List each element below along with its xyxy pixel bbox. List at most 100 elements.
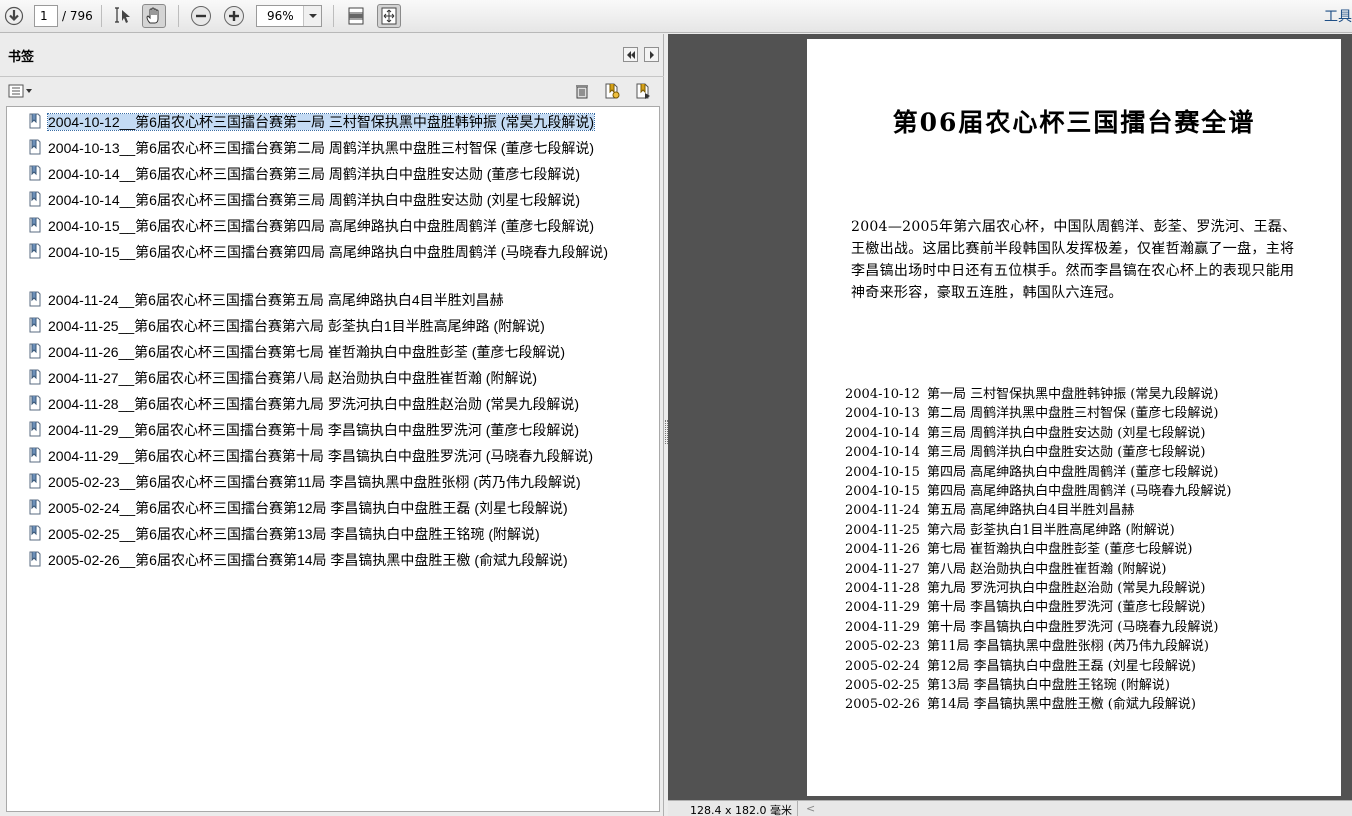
game-entry: 2005-02-23 第11局 李昌镐执黑中盘胜张栩 (芮乃伟九段解说): [845, 635, 1209, 654]
main-toolbar: 1 / 796 96% 工具: [0, 0, 1352, 33]
game-date: 2004-11-28: [845, 581, 920, 596]
game-description: 第三局 周鹤洋执白中盘胜安达勋 (刘星七段解说): [927, 425, 1206, 441]
bookmark-item[interactable]: 2004-10-15__第6届农心杯三国擂台赛第四局 高尾绅路执白中盘胜周鹤洋 …: [27, 215, 657, 237]
game-entry: 2004-11-24 第五局 高尾绅路执白4目半胜刘昌赫: [845, 499, 1134, 518]
bookmark-label: 2004-11-29__第6届农心杯三国擂台赛第十局 李昌镐执白中盘胜罗洗河 (…: [48, 422, 580, 438]
bookmark-icon: [27, 473, 43, 489]
bookmark-icon: [27, 343, 43, 359]
bookmark-item[interactable]: 2005-02-25__第6届农心杯三国擂台赛第13局 李昌镐执白中盘胜王铭琬 …: [27, 523, 657, 545]
trash-icon[interactable]: [572, 81, 592, 101]
bookmark-item[interactable]: 2005-02-23__第6届农心杯三国擂台赛第11局 李昌镐执黑中盘胜张栩 (…: [27, 471, 657, 493]
bookmark-item[interactable]: 2004-10-14__第6届农心杯三国擂台赛第三局 周鹤洋执白中盘胜安达勋 (…: [27, 163, 657, 185]
bookmark-item[interactable]: 2004-11-29__第6届农心杯三国擂台赛第十局 李昌镐执白中盘胜罗洗河 (…: [27, 445, 657, 467]
bookmark-label: 2004-10-15__第6届农心杯三国擂台赛第四局 高尾绅路执白中盘胜周鹤洋 …: [48, 244, 609, 260]
game-description: 第七局 崔哲瀚执白中盘胜彭荃 (董彦七段解说): [927, 542, 1193, 558]
game-entry: 2004-11-29 第十局 李昌镐执白中盘胜罗洗河 (马晓春九段解说): [845, 616, 1218, 635]
fit-page-icon[interactable]: [377, 4, 401, 28]
game-description: 第11局 李昌镐执黑中盘胜张栩 (芮乃伟九段解说): [927, 639, 1209, 655]
bookmark-label: 2004-11-25__第6届农心杯三国擂台赛第六局 彭荃执白1目半胜高尾绅路 …: [48, 318, 545, 334]
bookmark-item[interactable]: 2005-02-26__第6届农心杯三国擂台赛第14局 李昌镐执黑中盘胜王檄 (…: [27, 549, 657, 571]
download-arrow-icon[interactable]: [2, 4, 26, 28]
game-description: 第二局 周鹤洋执黑中盘胜三村智保 (董彦七段解说): [927, 406, 1219, 422]
bookmark-item[interactable]: 2004-11-26__第6届农心杯三国擂台赛第七局 崔哲瀚执白中盘胜彭荃 (董…: [27, 341, 657, 363]
game-description: 第八局 赵治勋执白中盘胜崔哲瀚 (附解说): [927, 561, 1167, 577]
page-size: 128.4 x 182.0 毫米: [672, 801, 798, 816]
tools-menu[interactable]: 工具: [1324, 6, 1352, 26]
game-description: 第十局 李昌镐执白中盘胜罗洗河 (马晓春九段解说): [927, 619, 1219, 635]
game-date: 2004-11-29: [845, 619, 920, 635]
bookmark-item[interactable]: 2004-10-12__第6届农心杯三国擂台赛第一局 三村智保执黑中盘胜韩钟振 …: [27, 111, 657, 133]
game-date: 2005-02-25: [845, 678, 920, 693]
bookmark-item[interactable]: 2004-11-27__第6届农心杯三国擂台赛第八局 赵治勋执白中盘胜崔哲瀚 (…: [27, 367, 657, 389]
game-date: 2004-10-12: [845, 387, 920, 402]
game-date: 2004-11-24: [845, 503, 920, 519]
game-entry: 2005-02-24 第12局 李昌镐执白中盘胜王磊 (刘星七段解说): [845, 655, 1196, 674]
game-description: 第三局 周鹤洋执白中盘胜安达勋 (董彦七段解说): [927, 445, 1206, 461]
bookmark-item[interactable]: 2004-11-24__第6届农心杯三国擂台赛第五局 高尾绅路执白4目半胜刘昌赫: [27, 289, 657, 311]
bookmark-item[interactable]: 2004-10-14__第6届农心杯三国擂台赛第三局 周鹤洋执白中盘胜安达勋 (…: [27, 189, 657, 211]
game-date: 2005-02-23: [845, 639, 920, 655]
game-date: 2004-11-29: [845, 600, 920, 616]
document-title: 第06届农心杯三国擂台赛全谱: [892, 108, 1256, 137]
bookmark-icon: [27, 447, 43, 463]
bookmark-icon: [27, 317, 43, 333]
game-entry: 2004-10-13 第二局 周鹤洋执黑中盘胜三村智保 (董彦七段解说): [845, 402, 1218, 421]
bookmark-icon: [27, 525, 43, 541]
zoom-select[interactable]: 96%: [256, 5, 322, 27]
bookmark-label: 2004-10-14__第6届农心杯三国擂台赛第三局 周鹤洋执白中盘胜安达勋 (…: [48, 166, 581, 182]
chevron-down-icon[interactable]: [303, 6, 321, 26]
zoom-in-icon[interactable]: [222, 4, 246, 28]
document-intro: 2004—2005年第六届农心杯，中国队周鹤洋、彭荃、罗洗河、王磊、王檄出战。这…: [851, 219, 1297, 301]
bookmark-icon: [27, 291, 43, 307]
bookmark-label: 2004-10-13__第6届农心杯三国擂台赛第二局 周鹤洋执黑中盘胜三村智保 …: [48, 140, 595, 156]
bookmark-label: 2004-11-26__第6届农心杯三国擂台赛第七局 崔哲瀚执白中盘胜彭荃 (董…: [48, 344, 566, 360]
bookmark-icon: [27, 243, 43, 259]
game-description: 第五局 高尾绅路执白4目半胜刘昌赫: [927, 503, 1135, 519]
select-cursor-icon[interactable]: [111, 4, 135, 28]
new-bookmark-icon[interactable]: [602, 81, 622, 101]
game-description: 第14局 李昌镐执黑中盘胜王檄 (俞斌九段解说): [927, 697, 1196, 713]
bookmark-item[interactable]: 2004-10-13__第6届农心杯三国擂台赛第二局 周鹤洋执黑中盘胜三村智保 …: [27, 137, 657, 159]
fit-width-icon[interactable]: [344, 4, 368, 28]
game-entry: 2004-11-25 第六局 彭荃执白1目半胜高尾绅路 (附解说): [845, 519, 1175, 538]
bookmark-icon: [27, 165, 43, 181]
document-view[interactable]: 第06届农心杯三国擂台赛全谱 2004—2005年第六届农心杯，中国队周鹤洋、彭…: [668, 34, 1352, 800]
bookmark-icon: [27, 113, 43, 129]
game-description: 第四局 高尾绅路执白中盘胜周鹤洋 (马晓春九段解说): [927, 484, 1232, 499]
game-entry: 2004-11-28 第九局 罗洗河执白中盘胜赵治勋 (常昊九段解说): [845, 577, 1205, 596]
bookmark-item[interactable]: 2004-10-15__第6届农心杯三国擂台赛第四局 高尾绅路执白中盘胜周鹤洋 …: [27, 241, 657, 285]
game-description: 第十局 李昌镐执白中盘胜罗洗河 (董彦七段解说): [927, 600, 1206, 616]
options-menu-button[interactable]: [8, 83, 34, 99]
game-entry: 2004-11-29 第十局 李昌镐执白中盘胜罗洗河 (董彦七段解说): [845, 596, 1205, 615]
status-bar: 128.4 x 182.0 毫米 <: [668, 800, 1352, 816]
collapse-panel-button[interactable]: [623, 47, 638, 62]
bookmark-label: 2005-02-26__第6届农心杯三国擂台赛第14局 李昌镐执黑中盘胜王檄 (…: [48, 552, 568, 568]
scroll-left-icon[interactable]: <: [806, 802, 815, 815]
game-entry: 2004-10-15 第四局 高尾绅路执白中盘胜周鹤洋 (马晓春九段解说): [845, 480, 1231, 499]
bookmark-list: 2004-10-12__第6届农心杯三国擂台赛第一局 三村智保执黑中盘胜韩钟振 …: [6, 106, 660, 812]
game-date: 2004-11-26: [845, 542, 920, 558]
bookmark-icon: [27, 139, 43, 155]
hand-icon[interactable]: [142, 4, 166, 28]
next-panel-button[interactable]: [644, 47, 659, 62]
expand-bookmark-icon[interactable]: [633, 81, 653, 101]
zoom-out-icon[interactable]: [189, 4, 213, 28]
bookmark-item[interactable]: 2004-11-25__第6届农心杯三国擂台赛第六局 彭荃执白1目半胜高尾绅路 …: [27, 315, 657, 337]
panel-title: 书签: [8, 50, 35, 65]
page-total: / 796: [62, 9, 93, 23]
bookmark-icon: [27, 369, 43, 385]
bookmark-icon: [27, 217, 43, 233]
bookmark-item[interactable]: 2005-02-24__第6届农心杯三国擂台赛第12局 李昌镐执白中盘胜王磊 (…: [27, 497, 657, 519]
game-entry: 2004-10-12 第一局 三村智保执黑中盘胜韩钟振 (常昊九段解说): [845, 383, 1218, 402]
game-entry: 2004-10-15 第四局 高尾绅路执白中盘胜周鹤洋 (董彦七段解说): [845, 461, 1218, 480]
bookmark-item[interactable]: 2004-11-29__第6届农心杯三国擂台赛第十局 李昌镐执白中盘胜罗洗河 (…: [27, 419, 657, 441]
game-description: 第13局 李昌镐执白中盘胜王铭琬 (附解说): [927, 678, 1170, 693]
bookmark-label: 2004-10-15__第6届农心杯三国擂台赛第四局 高尾绅路执白中盘胜周鹤洋 …: [48, 218, 595, 234]
page-number-input[interactable]: 1: [34, 5, 58, 27]
bookmark-label: 2005-02-25__第6届农心杯三国擂台赛第13局 李昌镐执白中盘胜王铭琬 …: [48, 526, 540, 542]
game-date: 2004-11-27: [845, 561, 920, 577]
bookmark-item[interactable]: 2004-11-28__第6届农心杯三国擂台赛第九局 罗洗河执白中盘胜赵治勋 (…: [27, 393, 657, 415]
bookmark-label: 2005-02-23__第6届农心杯三国擂台赛第11局 李昌镐执黑中盘胜张栩 (…: [48, 474, 581, 490]
game-entry: 2004-11-26 第七局 崔哲瀚执白中盘胜彭荃 (董彦七段解说): [845, 538, 1192, 557]
game-date: 2004-10-14: [845, 445, 920, 461]
